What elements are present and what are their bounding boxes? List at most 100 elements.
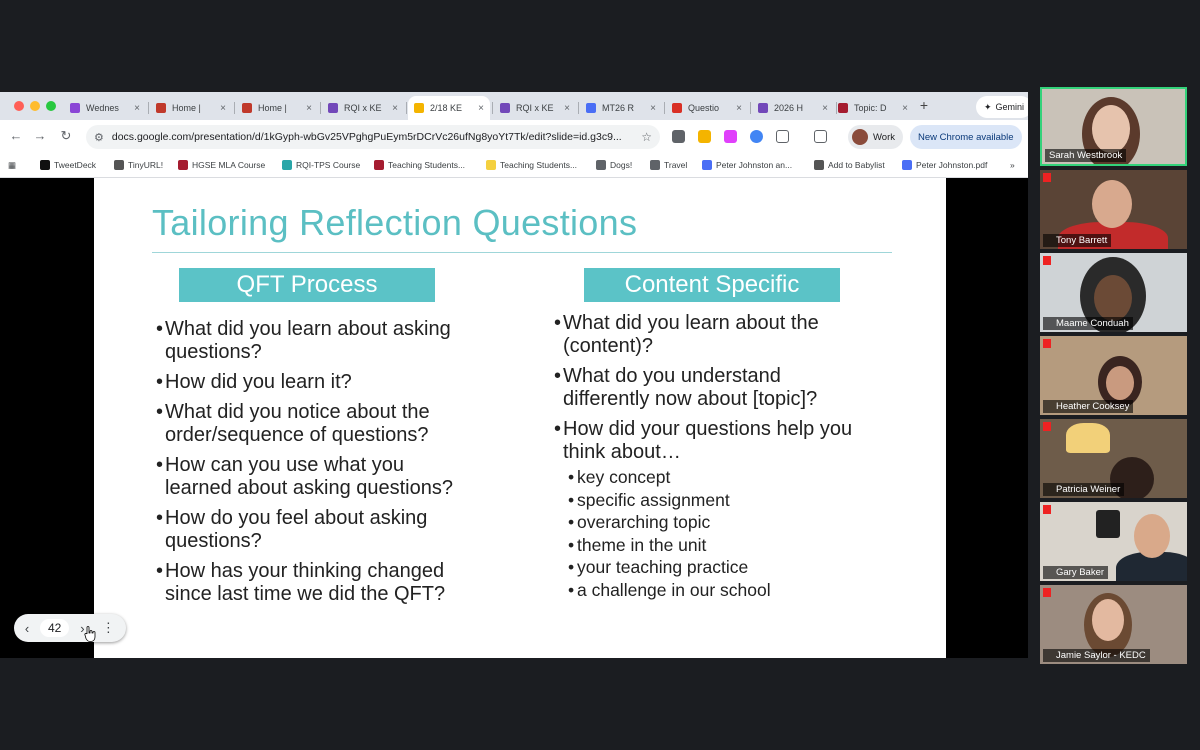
bookmark-item[interactable]: RQI-TPS Course [282,160,360,170]
question-text: What did you notice about the order/seque… [165,401,430,447]
bookmark-label: Travel [664,160,688,170]
close-tab-icon[interactable]: × [902,103,908,114]
bookmark-favicon-icon [114,160,124,170]
tab-label: Home | [258,103,287,113]
close-tab-icon[interactable]: × [650,103,656,114]
bookmark-item[interactable]: Peter Johnston an... [702,160,792,170]
close-tab-icon[interactable]: × [564,103,570,114]
close-tab-icon[interactable]: × [220,103,226,114]
profile-button[interactable]: Work [848,125,903,149]
tab-separator [148,102,149,114]
sub-item: • theme in the unit [568,534,924,557]
tab-label: Wednes [86,103,119,113]
browser-tab[interactable]: MT26 R × [580,96,662,120]
browser-tab[interactable]: 2026 H × [752,96,834,120]
tab-favicon-icon [758,103,768,113]
tab-search-icon[interactable] [814,130,827,143]
extension-icon[interactable] [672,130,685,143]
tab-separator [664,102,665,114]
browser-tab[interactable]: Home | × [150,96,232,120]
close-tab-icon[interactable]: × [392,103,398,114]
slide-navigator: ‹ 42 › ⋮ [14,614,126,642]
browser-tab[interactable]: Wednes × [64,96,146,120]
participant-tile[interactable]: Tony Barrett [1040,170,1187,249]
browser-tab[interactable]: RQI x KE × [322,96,404,120]
participant-tile[interactable]: Heather Cooksey [1040,336,1187,415]
bookmark-item[interactable]: Teaching Students... [374,160,465,170]
browser-tab[interactable]: 2/18 KE × [408,96,490,120]
question-item: • How did you learn it? [156,371,536,394]
close-tab-icon[interactable]: × [134,103,140,114]
bookmark-item[interactable]: Teaching Students... [486,160,577,170]
slide-number[interactable]: 42 [40,619,70,637]
participant-tile[interactable]: Maame Conduah [1040,253,1187,332]
bookmark-star-icon[interactable]: ☆ [641,130,652,144]
bookmark-label: HGSE MLA Course [192,160,266,170]
participant-name: Gary Baker [1043,566,1109,579]
question-line: What did you learn about asking [165,318,451,340]
question-item: • What do you understand differently now a… [554,365,924,411]
extension-icon[interactable] [698,130,711,143]
address-bar[interactable]: ⚙ docs.google.com/presentation/d/1kGyph-… [86,125,660,149]
browser-tab[interactable]: Questio × [666,96,748,120]
bookmark-item[interactable]: TinyURL! [114,160,163,170]
question-item: • What did you learn about asking question… [156,318,536,364]
bookmark-item[interactable]: Dogs! [596,160,632,170]
update-chrome-button[interactable]: New Chrome available [910,125,1022,149]
tab-favicon-icon [586,103,596,113]
browser-tab[interactable]: Home | × [236,96,318,120]
question-line: How did you learn it? [165,371,352,393]
participant-tile[interactable]: Sarah Westbrook [1040,87,1187,166]
close-tab-icon[interactable]: × [306,103,312,114]
zoom-window-button[interactable] [46,101,56,111]
sub-item-text: key concept [577,467,671,487]
minimize-window-button[interactable] [30,101,40,111]
puzzle-extensions-icon[interactable] [776,130,789,143]
mouse-cursor-icon [84,626,96,642]
bookmark-item[interactable]: HGSE MLA Course [178,160,265,170]
participant-tile[interactable]: Patricia Weiner [1040,419,1187,498]
slide-title: Tailoring Reflection Questions [152,202,638,243]
gemini-button[interactable]: ✦ Gemini [976,96,1028,118]
more-bookmarks-button[interactable]: » [1010,160,1015,170]
question-item: • How can you use what you learned about a… [156,454,536,500]
tab-favicon-icon [414,103,424,113]
apps-grid-icon[interactable]: ▦ [8,160,16,171]
bookmark-item[interactable]: TweetDeck [40,160,96,170]
bookmark-favicon-icon [178,160,188,170]
bookmark-item[interactable]: Add to Babylist [814,160,885,170]
previous-slide-button[interactable]: ‹ [14,621,40,636]
question-line: How has your thinking changed [165,560,445,582]
participant-tile[interactable]: Jamie Saylor - KEDC [1040,585,1187,664]
question-line: What did you learn about the [563,312,819,334]
close-window-button[interactable] [14,101,24,111]
extension-icon[interactable] [724,130,737,143]
back-arrow-icon[interactable]: ← [8,128,24,143]
tab-favicon-icon [242,103,252,113]
forward-arrow-icon[interactable]: → [32,128,48,143]
reload-icon[interactable]: ↻ [58,128,74,144]
avatar [852,129,868,145]
bullet: • [568,489,575,510]
sub-item: • your teaching practice [568,556,924,579]
close-tab-icon[interactable]: × [478,103,484,114]
extension-icon[interactable] [750,130,763,143]
bookmark-item[interactable]: Travel [650,160,687,170]
browser-tab[interactable]: Topic: D × [832,96,914,120]
bookmark-item[interactable]: Peter Johnston.pdf [902,160,987,170]
close-tab-icon[interactable]: × [822,103,828,114]
more-options-icon[interactable]: ⋮ [95,620,121,636]
browser-tab[interactable]: RQI x KE × [494,96,576,120]
new-tab-button[interactable]: + [916,97,932,113]
sub-item-text: overarching topic [577,512,711,533]
chrome-browser-window: Wednes × Home | × Home | × RQI x KE × 2/18 KE ×… [0,92,1028,658]
qft-question-list: • What did you learn about asking question… [156,318,536,613]
close-tab-icon[interactable]: × [736,103,742,114]
participant-tile[interactable]: Gary Baker [1040,502,1187,581]
question-item: • How do you feel about asking questions? [156,507,536,553]
sub-item-text: a challenge in our school [577,579,771,600]
site-info-icon[interactable]: ⚙ [94,131,104,144]
question-item: • How did your questions help you think ab… [554,418,924,464]
bullet: • [568,534,575,555]
bookmark-favicon-icon [282,160,292,170]
